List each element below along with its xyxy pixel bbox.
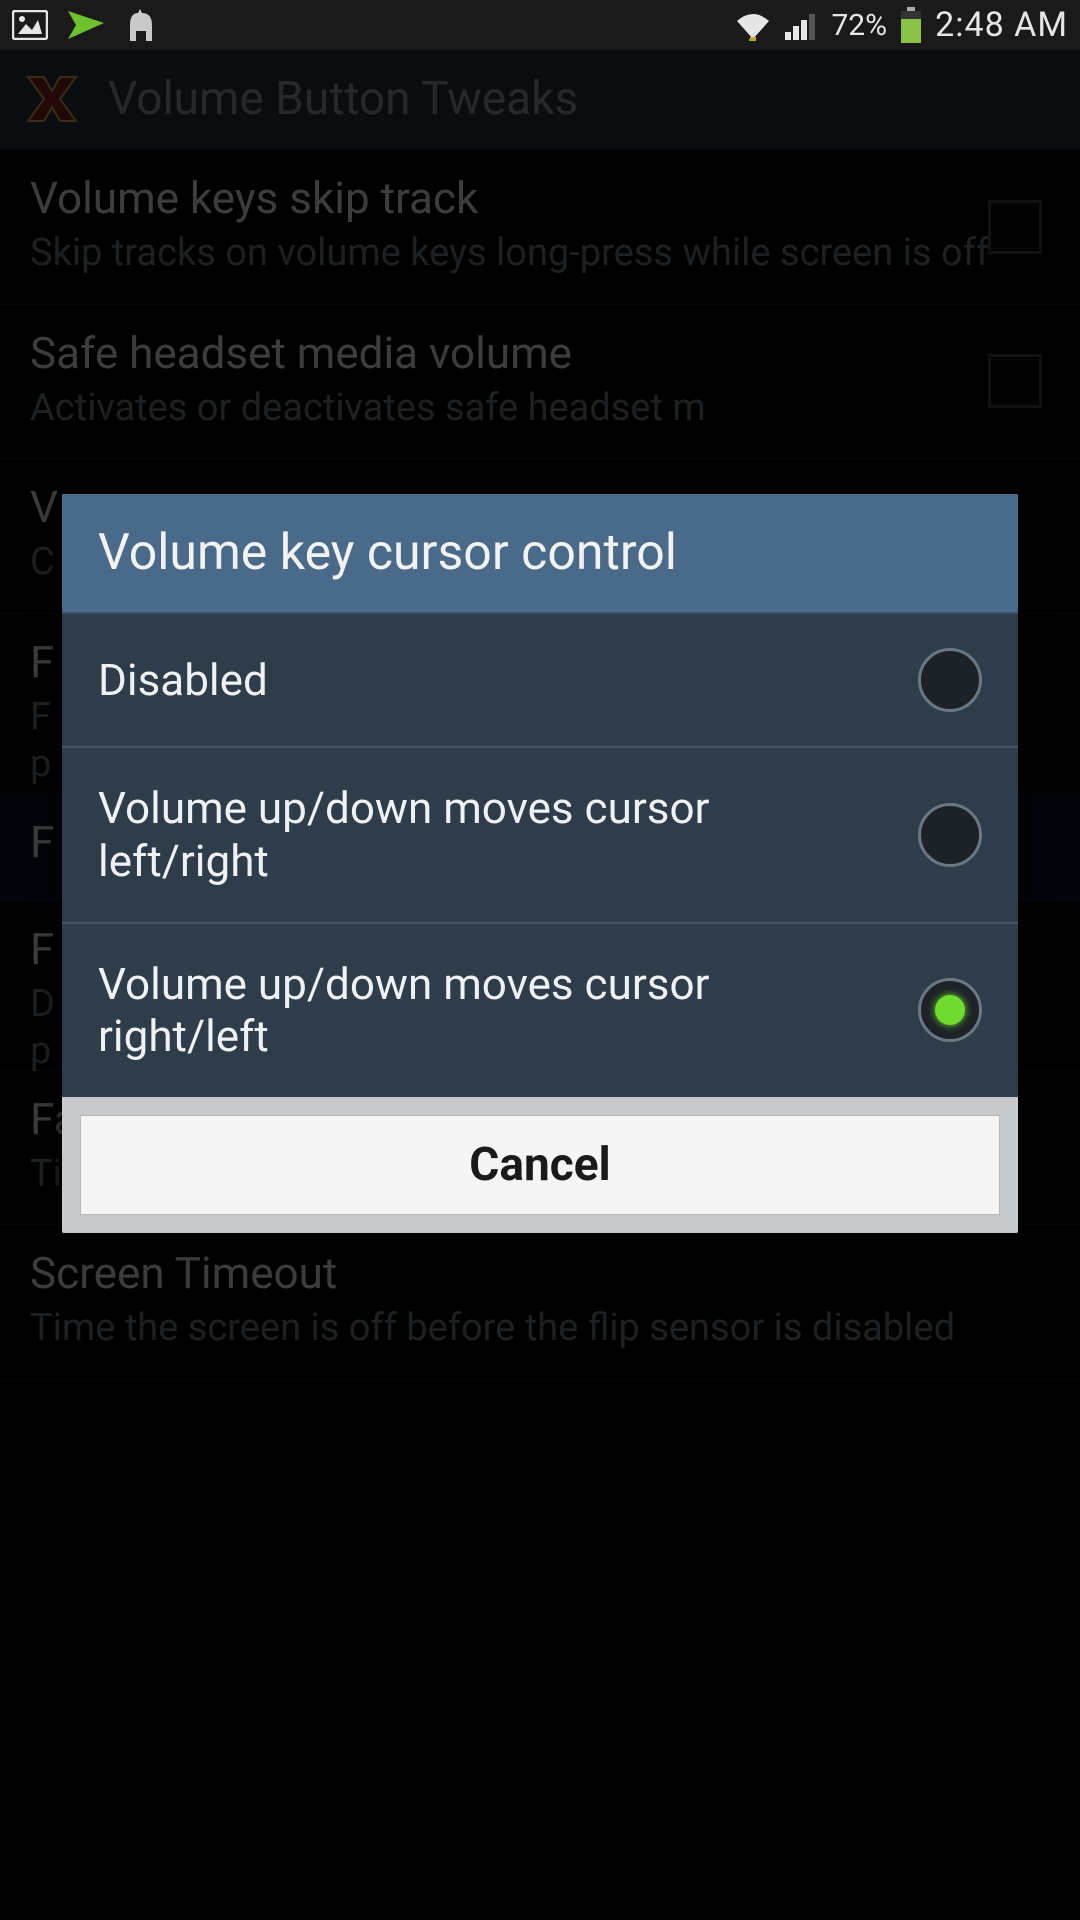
gallery-icon <box>12 10 48 40</box>
dialog-option-right-left[interactable]: Volume up/down moves cursor right/left <box>62 924 1018 1098</box>
status-right: 72% 2:48 AM <box>733 5 1068 45</box>
status-bar: 72% 2:48 AM <box>0 0 1080 50</box>
dialog-option-left-right[interactable]: Volume up/down moves cursor left/right <box>62 748 1018 924</box>
option-label: Volume up/down moves cursor left/right <box>98 782 858 888</box>
dialog-footer: Cancel <box>62 1097 1018 1233</box>
battery-icon <box>899 7 923 43</box>
radio-button[interactable] <box>918 648 982 712</box>
wifi-icon <box>733 9 773 41</box>
radio-button[interactable] <box>918 803 982 867</box>
dialog-title: Volume key cursor control <box>98 524 982 582</box>
battery-percent: 72% <box>831 8 887 43</box>
option-label: Disabled <box>98 654 268 707</box>
cancel-button[interactable]: Cancel <box>80 1115 1000 1215</box>
signal-icon <box>785 10 819 40</box>
status-left <box>12 7 158 43</box>
radio-button[interactable] <box>918 978 982 1042</box>
dialog-header: Volume key cursor control <box>62 494 1018 614</box>
clock: 2:48 AM <box>935 5 1068 45</box>
option-label: Volume up/down moves cursor right/left <box>98 958 858 1064</box>
send-icon <box>66 9 106 41</box>
dialog-body: Disabled Volume up/down moves cursor lef… <box>62 614 1018 1097</box>
dialog-option-disabled[interactable]: Disabled <box>62 614 1018 748</box>
dialog: Volume key cursor control Disabled Volum… <box>62 494 1018 1233</box>
llama-icon <box>124 7 158 43</box>
